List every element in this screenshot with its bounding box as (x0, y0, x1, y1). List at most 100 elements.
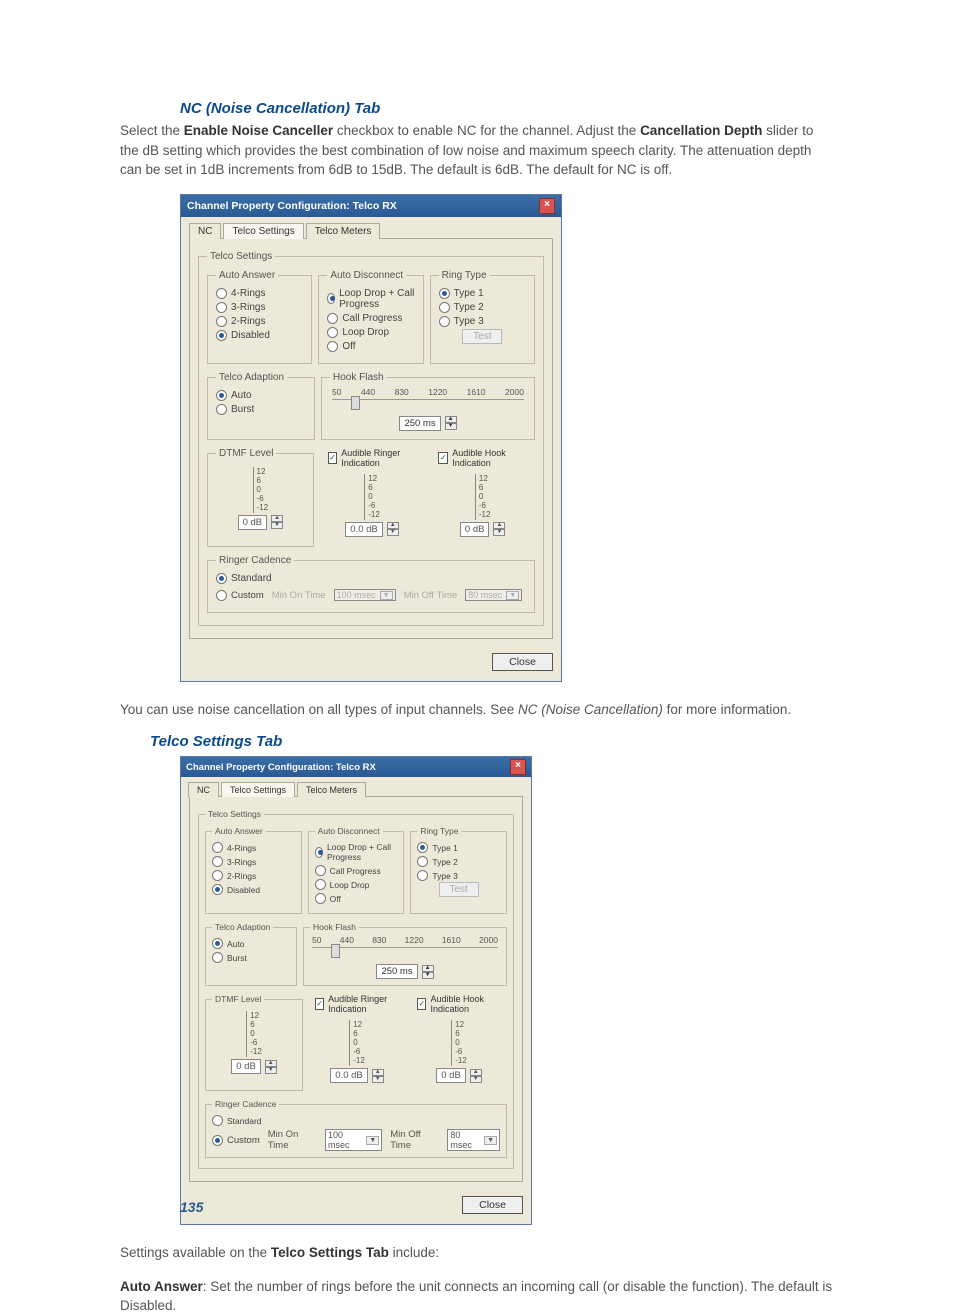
group-auto-disconnect: Auto Disconnect Loop Drop + Call Progres… (318, 270, 423, 364)
tick: 830 (395, 387, 409, 397)
up-icon[interactable]: ▲ (387, 522, 399, 529)
radio-custom[interactable]: Custom (212, 1135, 260, 1146)
radio-2-rings[interactable]: 2-Rings (216, 316, 303, 327)
checkbox-audible-hook[interactable]: ✓Audible Hook Indication (417, 994, 501, 1014)
spinner[interactable]: ▲▼ (445, 416, 457, 430)
checkbox-audible-ringer[interactable]: ✓Audible Ringer Indication (315, 994, 399, 1014)
tab-telco-settings[interactable]: Telco Settings (223, 223, 303, 239)
ahi-value[interactable]: 0 dB (436, 1068, 466, 1083)
radio-icon (327, 313, 338, 324)
radio-auto[interactable]: Auto (212, 938, 290, 949)
dtmf-value[interactable]: 0 dB (231, 1059, 261, 1074)
down-icon[interactable]: ▼ (422, 972, 434, 979)
down-icon[interactable]: ▼ (387, 529, 399, 536)
radio-burst[interactable]: Burst (212, 952, 290, 963)
tick: 2000 (505, 387, 524, 397)
radio-label: Type 2 (432, 857, 458, 867)
scale-label: -12 (257, 503, 269, 512)
down-icon[interactable]: ▼ (271, 522, 283, 529)
gauge-scale: 12 6 0 -6 -12 (253, 467, 269, 513)
ahi-value[interactable]: 0 dB (460, 522, 490, 537)
down-icon[interactable]: ▼ (470, 1076, 482, 1083)
radio-auto[interactable]: Auto (216, 390, 306, 401)
radio-4-rings[interactable]: 4-Rings (212, 842, 295, 853)
radio-call-progress[interactable]: Call Progress (315, 865, 398, 876)
radio-type-1[interactable]: Type 1 (439, 288, 526, 299)
radio-loop-drop-call-progress[interactable]: Loop Drop + Call Progress (315, 842, 398, 862)
tab-telco-meters[interactable]: Telco Meters (306, 223, 381, 239)
spinner[interactable]: ▲▼ (372, 1069, 384, 1083)
radio-standard[interactable]: Standard (216, 573, 526, 584)
radio-3-rings[interactable]: 3-Rings (212, 856, 295, 867)
checkbox-audible-hook[interactable]: ✓Audible Hook Indication (438, 448, 527, 468)
up-icon[interactable]: ▲ (265, 1060, 277, 1067)
hook-flash-value[interactable]: 250 ms (399, 416, 440, 431)
close-button[interactable]: Close (492, 653, 553, 671)
down-icon[interactable]: ▼ (372, 1076, 384, 1083)
spinner[interactable]: ▲▼ (265, 1060, 277, 1074)
radio-type-1[interactable]: Type 1 (417, 842, 500, 853)
ari-value[interactable]: 0.0 dB (330, 1068, 367, 1083)
radio-off[interactable]: Off (315, 893, 398, 904)
hook-flash-value[interactable]: 250 ms (376, 964, 417, 979)
down-icon[interactable]: ▼ (493, 529, 505, 536)
titlebar[interactable]: Channel Property Configuration: Telco RX… (181, 757, 531, 777)
up-icon[interactable]: ▲ (493, 522, 505, 529)
radio-4-rings[interactable]: 4-Rings (216, 288, 303, 299)
checkbox-audible-ringer[interactable]: ✓Audible Ringer Indication (328, 448, 417, 468)
ari-value[interactable]: 0.0 dB (345, 522, 382, 537)
nc-paragraph-1: Select the Enable Noise Canceller checkb… (120, 121, 834, 180)
tab-nc[interactable]: NC (188, 782, 219, 797)
radio-off[interactable]: Off (327, 341, 414, 352)
up-icon[interactable]: ▲ (422, 965, 434, 972)
spinner[interactable]: ▲▼ (271, 515, 283, 529)
up-icon[interactable]: ▲ (271, 515, 283, 522)
spinner[interactable]: ▲▼ (387, 522, 399, 536)
min-on-select[interactable]: 100 msec▼ (325, 1129, 382, 1151)
chevron-down-icon[interactable]: ▼ (484, 1136, 497, 1145)
nc-paragraph-2: You can use noise cancellation on all ty… (120, 700, 834, 720)
dtmf-value[interactable]: 0 dB (238, 515, 268, 530)
tab-nc[interactable]: NC (189, 223, 221, 239)
radio-loop-drop-call-progress[interactable]: Loop Drop + Call Progress (327, 288, 414, 310)
hook-flash-slider[interactable] (312, 947, 498, 960)
radio-loop-drop[interactable]: Loop Drop (315, 879, 398, 890)
up-icon[interactable]: ▲ (470, 1069, 482, 1076)
radio-standard[interactable]: Standard (212, 1115, 500, 1126)
radio-call-progress[interactable]: Call Progress (327, 313, 414, 324)
hook-flash-slider[interactable] (332, 399, 524, 412)
radio-3-rings[interactable]: 3-Rings (216, 302, 303, 313)
close-button[interactable]: Close (462, 1196, 523, 1214)
group-telco-settings: Telco Settings Auto Answer 4-Rings 3-Rin… (198, 251, 544, 626)
radio-type-2[interactable]: Type 2 (417, 856, 500, 867)
spinner[interactable]: ▲▼ (422, 965, 434, 979)
close-icon[interactable]: × (510, 759, 526, 775)
up-icon[interactable]: ▲ (372, 1069, 384, 1076)
close-icon[interactable]: × (539, 198, 555, 214)
legend: Telco Adaption (212, 922, 273, 932)
radio-type-3[interactable]: Type 3 (439, 316, 526, 327)
radio-type-2[interactable]: Type 2 (439, 302, 526, 313)
radio-burst[interactable]: Burst (216, 404, 306, 415)
radio-custom[interactable]: Custom (216, 590, 264, 601)
down-icon[interactable]: ▼ (265, 1067, 277, 1074)
radio-icon (212, 952, 223, 963)
radio-type-3[interactable]: Type 3 (417, 870, 500, 881)
chevron-down-icon[interactable]: ▼ (366, 1136, 379, 1145)
spinner[interactable]: ▲▼ (493, 522, 505, 536)
dialog-footer: Close (181, 1190, 531, 1224)
slider-thumb-icon[interactable] (331, 944, 340, 958)
radio-disabled[interactable]: Disabled (216, 330, 303, 341)
radio-disabled[interactable]: Disabled (212, 884, 295, 895)
tab-telco-settings[interactable]: Telco Settings (221, 782, 295, 797)
up-icon[interactable]: ▲ (445, 416, 457, 423)
page-number: 135 (180, 1199, 203, 1215)
min-off-select[interactable]: 80 msec▼ (447, 1129, 500, 1151)
tab-telco-meters[interactable]: Telco Meters (297, 782, 366, 797)
radio-2-rings[interactable]: 2-Rings (212, 870, 295, 881)
radio-loop-drop[interactable]: Loop Drop (327, 327, 414, 338)
down-icon[interactable]: ▼ (445, 423, 457, 430)
spinner[interactable]: ▲▼ (470, 1069, 482, 1083)
slider-thumb-icon[interactable] (351, 396, 360, 410)
titlebar[interactable]: Channel Property Configuration: Telco RX… (181, 195, 561, 217)
